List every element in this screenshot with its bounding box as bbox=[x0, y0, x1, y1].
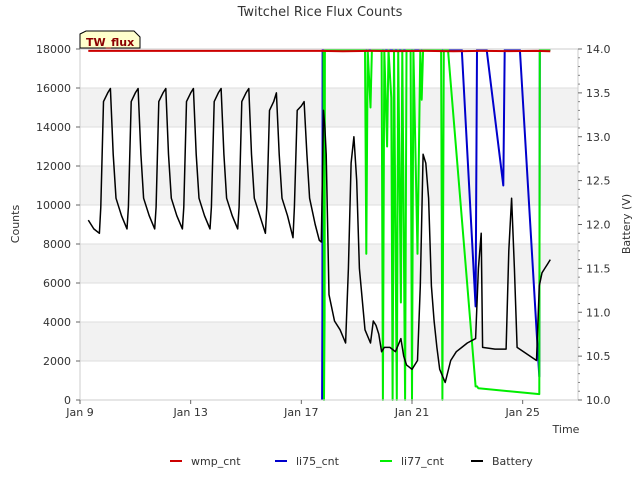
y-left-tick-label: 14000 bbox=[36, 121, 71, 134]
y-left-tick-label: 6000 bbox=[43, 277, 71, 290]
grid-band bbox=[80, 322, 578, 361]
legend-label-wmp_cnt: wmp_cnt bbox=[191, 455, 241, 468]
x-axis: Jan 9 Jan 13 Jan 17 Jan 21 Jan 25 bbox=[65, 400, 540, 419]
badge-label: TW_flux bbox=[86, 36, 134, 49]
y-right-tick-label: 10.5 bbox=[586, 350, 611, 363]
y-right-tick-label: 10.0 bbox=[586, 394, 611, 407]
x-tick-label: Jan 9 bbox=[65, 406, 93, 419]
y-right-tick-label: 12.5 bbox=[586, 175, 611, 188]
y-axis-right-title: Battery (V) bbox=[620, 194, 633, 254]
y-right-tick-label: 12.0 bbox=[586, 219, 611, 232]
y-left-tick-label: 8000 bbox=[43, 238, 71, 251]
chart-title: Twitchel Rice Flux Counts bbox=[237, 5, 403, 20]
y-right-tick-label: 13.5 bbox=[586, 87, 611, 100]
y-axis-left: 0 2000 4000 6000 8000 10000 12000 14000 16000 180… bbox=[36, 43, 80, 407]
chart: Jan 9 Jan 13 Jan 17 Jan 21 Jan 25 0 2000 4000 6… bbox=[9, 5, 633, 468]
x-tick-label: Jan 25 bbox=[504, 406, 539, 419]
y-left-tick-label: 4000 bbox=[43, 316, 71, 329]
x-tick-label: Jan 21 bbox=[394, 406, 429, 419]
legend: wmp_cnt li75_cnt li77_cnt Battery bbox=[170, 455, 533, 468]
x-tick-label: Jan 17 bbox=[283, 406, 318, 419]
y-axis-right: 10.0 10.5 11.0 11.5 12.0 12.5 13.0 13.5 14.0 bbox=[578, 43, 611, 407]
y-right-tick-label: 11.5 bbox=[586, 262, 611, 275]
y-left-tick-label: 2000 bbox=[43, 355, 71, 368]
station-badge: TW_flux bbox=[79, 30, 141, 49]
legend-label-li77_cnt: li77_cnt bbox=[401, 455, 445, 468]
y-right-tick-label: 11.0 bbox=[586, 306, 611, 319]
legend-label-Battery: Battery bbox=[492, 455, 533, 468]
y-left-tick-label: 10000 bbox=[36, 199, 71, 212]
x-axis-title: Time bbox=[552, 423, 580, 436]
y-axis-left-title: Counts bbox=[9, 205, 22, 244]
y-left-tick-label: 0 bbox=[64, 394, 71, 407]
y-left-tick-label: 16000 bbox=[36, 82, 71, 95]
y-right-tick-label: 13.0 bbox=[586, 131, 611, 144]
y-left-tick-label: 18000 bbox=[36, 43, 71, 56]
y-right-tick-label: 14.0 bbox=[586, 43, 611, 56]
y-left-tick-label: 12000 bbox=[36, 160, 71, 173]
legend-label-li75_cnt: li75_cnt bbox=[296, 455, 340, 468]
x-tick-label: Jan 13 bbox=[172, 406, 207, 419]
